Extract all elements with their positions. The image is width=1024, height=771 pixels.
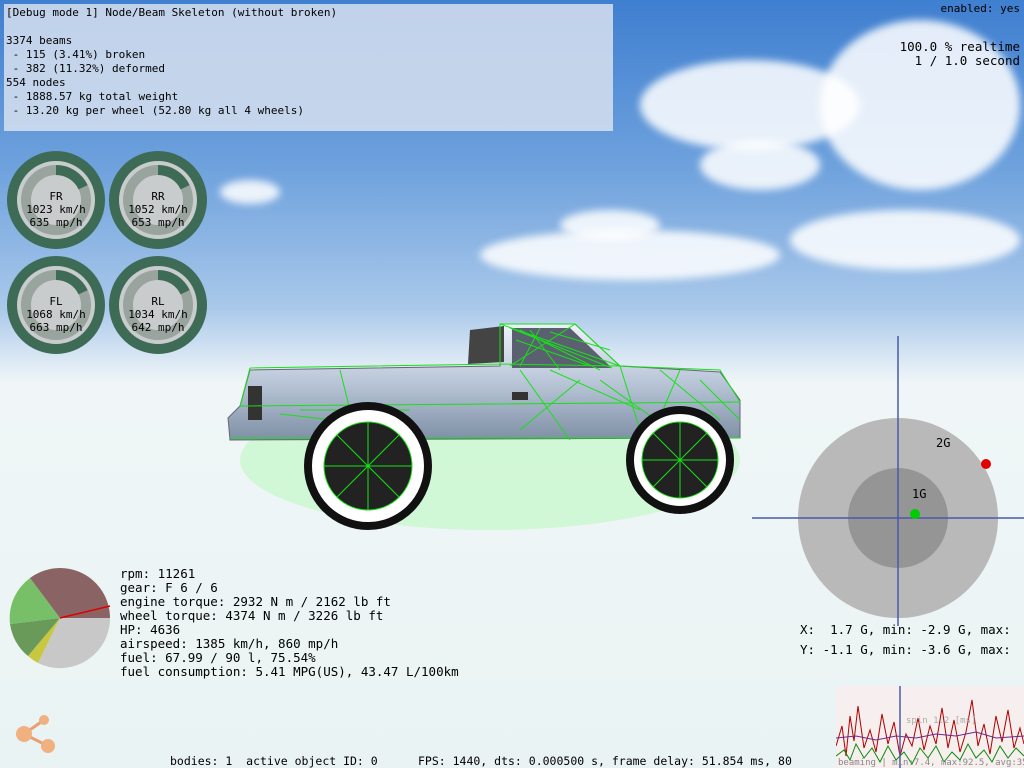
bodies-status: bodies: 1 active object ID: 0 xyxy=(170,754,378,768)
timing-graph-label: spin 1.2 [ms] xyxy=(906,716,977,726)
engine-torque-readout: engine torque: 2932 N m / 2162 lb ft xyxy=(120,594,391,609)
wheel-speed-mph: 642 mp/h xyxy=(131,321,185,334)
wheel-speed-kmh: 1023 km/h xyxy=(26,203,86,216)
wheel-speed-mph: 653 mp/h xyxy=(131,216,185,229)
node-count: 554 nodes xyxy=(6,76,66,89)
gforce-y-readout: Y: -1.1 G, min: -3.6 G, max: xyxy=(800,642,1011,657)
wheel-gauge-rr: RR 1052 km/h 653 mp/h xyxy=(108,150,208,250)
broken-beams: - 115 (3.41%) broken xyxy=(6,48,146,61)
tail-light xyxy=(248,386,262,420)
rear-window xyxy=(468,326,504,364)
wheel-speed-mph: 663 mp/h xyxy=(29,321,83,334)
enabled-status: enabled: yes xyxy=(940,2,1020,15)
time-ratio: 1 / 1.0 second xyxy=(914,53,1020,68)
gforce-max-marker xyxy=(981,459,991,469)
cloud xyxy=(560,210,660,240)
debug-info-panel: [Debug mode 1] Node/Beam Skeleton (witho… xyxy=(4,4,613,131)
wheel-gauge-rl: RL 1034 km/h 642 mp/h xyxy=(108,255,208,355)
wheel-name: RR xyxy=(151,190,165,203)
gforce-current-marker xyxy=(910,509,920,519)
weight-per-wheel: - 13.20 kg per wheel (52.80 kg all 4 whe… xyxy=(6,104,305,117)
wheel-name: FR xyxy=(49,190,63,203)
wheel-name: RL xyxy=(151,295,165,308)
timing-graph: spin 1.2 [ms] beaming | min:7.4, max:92.… xyxy=(835,686,1024,768)
wheel-speed-kmh: 1034 km/h xyxy=(128,308,188,321)
timing-graph-lines xyxy=(835,686,1024,768)
gforce-1g-label: 1G xyxy=(912,487,926,501)
cloud xyxy=(790,210,1020,270)
cloud xyxy=(220,180,280,204)
debug-title: [Debug mode 1] Node/Beam Skeleton (witho… xyxy=(6,6,338,19)
gforce-meter: 2G 1G xyxy=(752,336,1024,626)
deformed-beams: - 382 (11.32%) deformed xyxy=(6,62,165,75)
rpm-readout: rpm: 11261 xyxy=(120,566,196,581)
door-handle xyxy=(512,392,528,400)
rear-wheel xyxy=(304,402,432,530)
fps-status: FPS: 1440, dts: 0.000500 s, frame delay:… xyxy=(418,754,792,768)
gear-readout: gear: F 6 / 6 xyxy=(120,580,218,595)
vehicle-skeleton-view[interactable] xyxy=(220,310,760,540)
realtime-percent: 100.0 % realtime xyxy=(899,39,1020,54)
timing-graph-caption: beaming | min:7.4, max:92.5, avg:35.0 xyxy=(838,758,1024,768)
wheel-speed-kmh: 1052 km/h xyxy=(128,203,188,216)
wheel-gauge-fl: FL 1068 km/h 663 mp/h xyxy=(6,255,106,355)
beam-count: 3374 beams xyxy=(6,34,73,47)
gforce-2g-label: 2G xyxy=(936,436,950,450)
wheel-speed-kmh: 1068 km/h xyxy=(26,308,86,321)
wheel-speed-mph: 635 mp/h xyxy=(29,216,83,229)
cloud xyxy=(700,140,820,190)
front-wheel xyxy=(626,406,734,514)
hp-readout: HP: 4636 xyxy=(120,622,181,637)
wheel-name: FL xyxy=(49,295,63,308)
total-weight: - 1888.57 kg total weight xyxy=(6,90,179,103)
airspeed-readout: airspeed: 1385 km/h, 860 mp/h xyxy=(120,636,339,651)
app-logo-icon xyxy=(16,715,55,753)
wheel-torque-readout: wheel torque: 4374 N m / 3226 lb ft xyxy=(120,608,384,623)
gforce-x-readout: X: 1.7 G, min: -2.9 G, max: xyxy=(800,622,1011,637)
fuel-consumption-readout: fuel consumption: 5.41 MPG(US), 43.47 L/… xyxy=(120,664,459,679)
wheel-gauge-fr: FR 1023 km/h 635 mp/h xyxy=(6,150,106,250)
fuel-readout: fuel: 67.99 / 90 l, 75.54% xyxy=(120,650,316,665)
engine-pie-chart xyxy=(9,568,111,669)
